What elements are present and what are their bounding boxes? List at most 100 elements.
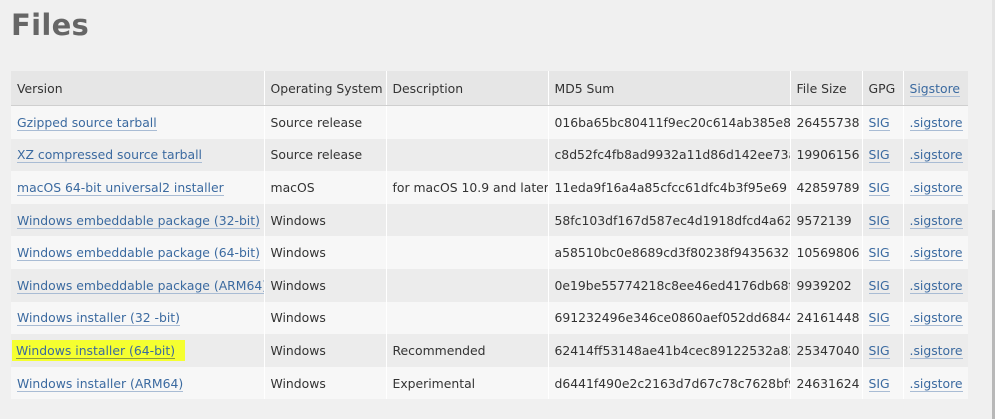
gpg-sig-link[interactable]: SIG [868, 277, 890, 294]
os-cell: Windows [264, 301, 387, 335]
file-size-cell: 9939202 [790, 268, 863, 302]
column-header-gpg: GPG [862, 71, 904, 106]
gpg-cell: SIG [862, 301, 904, 335]
gpg-cell: SIG [862, 138, 904, 172]
sigstore-link[interactable]: .sigstore [909, 375, 963, 392]
gpg-sig-link[interactable]: SIG [868, 212, 890, 229]
description-cell [386, 268, 549, 302]
md5-cell: 016ba65bc80411f9ec20c614ab385e81 [548, 105, 791, 139]
table-row: XZ compressed source tarball Source relea… [11, 138, 968, 172]
gpg-sig-link[interactable]: SIG [868, 245, 890, 262]
gpg-cell: SIG [862, 236, 904, 269]
version-link[interactable]: Windows embeddable package (ARM64) [17, 277, 263, 294]
description-cell [386, 138, 549, 172]
gpg-sig-link[interactable]: SIG [868, 114, 890, 131]
table-row: Windows installer (32 -bit) Windows 691232… [11, 301, 968, 335]
file-size-cell: 24631624 [790, 366, 863, 400]
os-cell: Windows [264, 366, 387, 400]
md5-cell: a58510bc0e8689cd3f80238f9435632d [548, 236, 791, 269]
version-link[interactable]: Windows installer (64-bit) [16, 342, 176, 359]
sigstore-link[interactable]: .sigstore [909, 245, 963, 262]
gpg-cell: SIG [862, 366, 904, 400]
sigstore-link[interactable]: .sigstore [909, 114, 963, 131]
gpg-sig-link[interactable]: SIG [868, 179, 890, 196]
version-cell: Gzipped source tarball [11, 105, 265, 139]
table-row: Windows embeddable package (ARM64) Window… [11, 268, 968, 302]
version-cell: XZ compressed source tarball [11, 138, 265, 172]
file-size-cell: 26455738 [790, 105, 863, 139]
table-row: Windows installer (ARM64) Windows Experime… [11, 366, 968, 400]
md5-cell: 0e19be55774218c8ee46ed4176db68f3 [548, 268, 791, 302]
md5-cell: 58fc103df167d587ec4d1918dfcd4a62 [548, 203, 791, 237]
sigstore-cell: .sigstore [903, 268, 968, 302]
file-size-cell: 10569806 [790, 236, 863, 269]
gpg-sig-link[interactable]: SIG [868, 342, 890, 359]
version-cell: Windows embeddable package (64-bit) [11, 236, 265, 269]
sigstore-cell: .sigstore [903, 171, 968, 204]
description-cell [386, 203, 549, 237]
description-cell: for macOS 10.9 and later [386, 171, 549, 204]
md5-cell: 62414ff53148ae41b4cec89122532a82 [548, 334, 791, 367]
sigstore-header-link[interactable]: Sigstore [909, 80, 961, 97]
version-cell: Windows installer (32 -bit) [11, 301, 265, 335]
description-cell [386, 236, 549, 269]
sigstore-link[interactable]: .sigstore [909, 212, 963, 229]
gpg-sig-link[interactable]: SIG [868, 375, 890, 392]
column-header-sigstore: Sigstore [903, 71, 968, 106]
sigstore-cell: .sigstore [903, 334, 968, 367]
sigstore-link[interactable]: .sigstore [909, 179, 963, 196]
sigstore-link[interactable]: .sigstore [909, 277, 963, 294]
version-cell: macOS 64-bit universal2 installer [11, 171, 265, 204]
file-size-cell: 25347040 [790, 334, 863, 367]
gpg-sig-link[interactable]: SIG [868, 147, 890, 164]
sigstore-cell: .sigstore [903, 366, 968, 400]
version-cell: Windows embeddable package (ARM64) [11, 268, 265, 302]
table-header-row: Version Operating System Description MD5… [11, 71, 968, 106]
column-header-operating-system: Operating System [264, 71, 387, 106]
table-row: Windows embeddable package (64-bit) Windo… [11, 236, 968, 269]
gpg-cell: SIG [862, 203, 904, 237]
os-cell: Windows [264, 334, 387, 367]
files-table: Version Operating System Description MD5… [11, 71, 968, 400]
gpg-cell: SIG [862, 171, 904, 204]
gpg-cell: SIG [862, 105, 904, 139]
page-title: Files [11, 8, 90, 42]
os-cell: Windows [264, 203, 387, 237]
column-header-md5-sum: MD5 Sum [548, 71, 791, 106]
version-link[interactable]: Windows embeddable package (64-bit) [17, 245, 260, 262]
file-size-cell: 42859789 [790, 171, 863, 204]
version-link[interactable]: macOS 64-bit universal2 installer [17, 179, 224, 196]
sigstore-link[interactable]: .sigstore [909, 147, 963, 164]
version-link[interactable]: Gzipped source tarball [17, 114, 157, 131]
md5-cell: 691232496e346ce0860aef052dd6844f [548, 301, 791, 335]
gpg-sig-link[interactable]: SIG [868, 310, 890, 327]
sigstore-link[interactable]: .sigstore [909, 310, 963, 327]
version-link[interactable]: Windows installer (ARM64) [17, 375, 184, 392]
version-link[interactable]: XZ compressed source tarball [17, 147, 202, 164]
file-size-cell: 24161448 [790, 301, 863, 335]
version-link[interactable]: Windows embeddable package (32-bit) [17, 212, 260, 229]
sigstore-cell: .sigstore [903, 236, 968, 269]
sigstore-cell: .sigstore [903, 301, 968, 335]
sigstore-cell: .sigstore [903, 105, 968, 139]
version-cell: Windows installer (64-bit) [11, 334, 265, 367]
table-row: Windows installer (64-bit) Windows Recomme… [11, 334, 968, 367]
gpg-cell: SIG [862, 334, 904, 367]
table-row: Windows embeddable package (32-bit) Windo… [11, 203, 968, 237]
description-cell [386, 105, 549, 139]
sigstore-cell: .sigstore [903, 203, 968, 237]
os-cell: macOS [264, 171, 387, 204]
table-row: Gzipped source tarball Source release 016b… [11, 105, 968, 139]
version-link[interactable]: Windows installer (32 -bit) [17, 310, 181, 327]
version-cell: Windows embeddable package (32-bit) [11, 203, 265, 237]
page: Files Version Operating System Descripti… [0, 0, 995, 419]
os-cell: Windows [264, 268, 387, 302]
description-cell: Experimental [386, 366, 549, 400]
sigstore-link[interactable]: .sigstore [909, 342, 963, 359]
column-header-description: Description [386, 71, 549, 106]
md5-cell: d6441f490e2c2163d7d67c78c7628bf9 [548, 366, 791, 400]
file-size-cell: 9572139 [790, 203, 863, 237]
os-cell: Windows [264, 236, 387, 269]
description-cell [386, 301, 549, 335]
gpg-cell: SIG [862, 268, 904, 302]
